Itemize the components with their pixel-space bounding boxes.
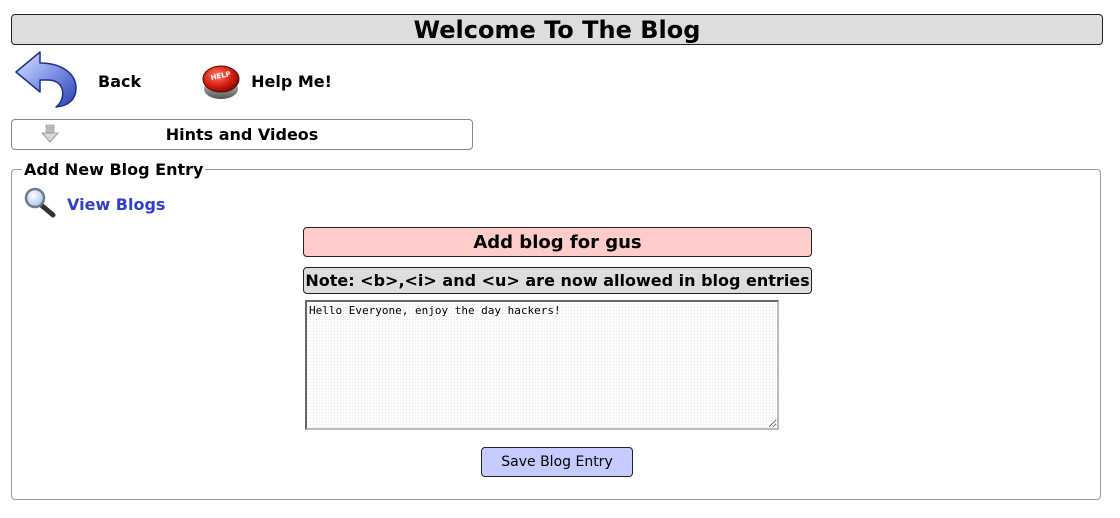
blog-entry-textarea[interactable]: Hello Everyone, enjoy the day hackers! [305,300,779,430]
down-arrow-icon [40,124,60,148]
hints-label: Hints and Videos [165,125,319,144]
back-label: Back [98,71,142,91]
back-arrow-icon [12,50,78,112]
form-legend: Add New Blog Entry [24,160,204,179]
magnifier-icon [23,186,57,222]
add-blog-title: Add blog for gus [303,227,812,257]
allowed-tags-note: Note: <b>,<i> and <u> are now allowed in… [303,267,812,294]
back-link[interactable]: Back [12,50,141,112]
view-blogs-label: View Blogs [67,194,166,214]
nav-bar: Back HELP Help Me! [12,50,332,112]
view-blogs-link[interactable]: View Blogs [23,186,165,222]
help-link[interactable]: HELP Help Me! [199,57,332,105]
page-title: Welcome To The Blog [11,14,1103,45]
hints-toggle[interactable]: Hints and Videos [11,119,473,150]
save-blog-entry-button[interactable]: Save Blog Entry [481,447,633,477]
help-button-icon: HELP [199,57,243,105]
help-label: Help Me! [251,71,332,91]
